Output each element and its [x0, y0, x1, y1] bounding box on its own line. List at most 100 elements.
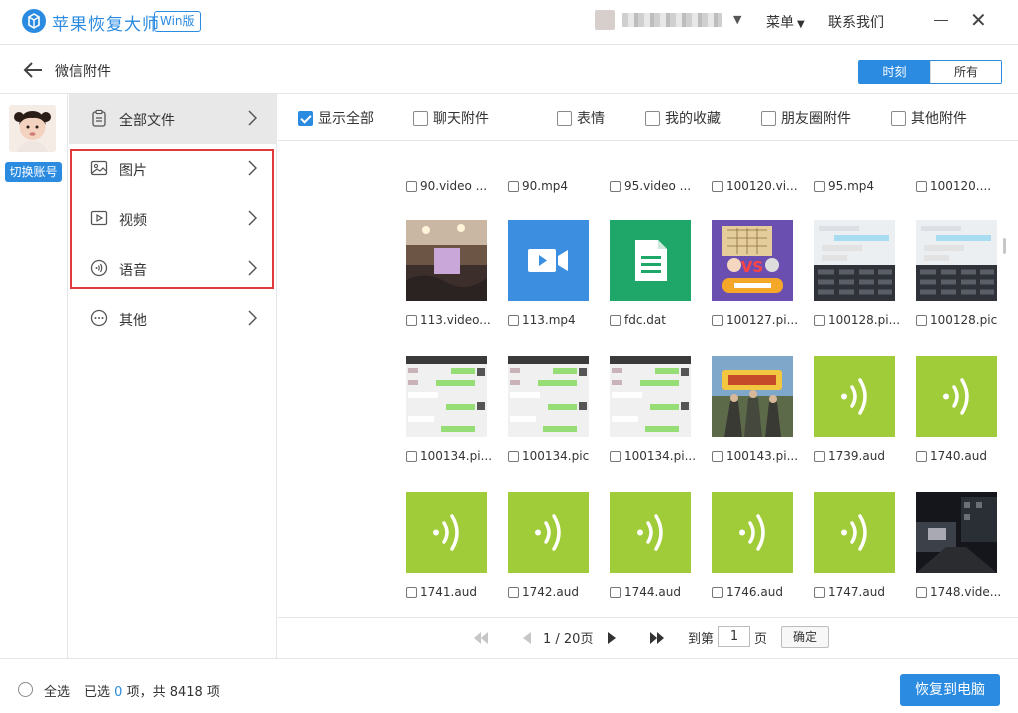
checkbox[interactable] [508, 180, 519, 192]
page-number-input[interactable]: 1 [718, 626, 750, 647]
file-name: 1741.aud [420, 585, 477, 599]
audio-file-thumbnail[interactable] [814, 356, 895, 437]
checkbox[interactable] [814, 586, 825, 598]
checkbox[interactable] [610, 180, 621, 192]
checkbox[interactable] [761, 110, 776, 126]
chevron-down-icon[interactable]: ▼ [733, 13, 741, 26]
filter-moments-attachments[interactable]: 朋友圈附件 [761, 109, 851, 127]
last-page-icon[interactable] [650, 632, 664, 644]
first-page-icon[interactable] [474, 632, 488, 644]
audio-wave-icon [637, 514, 663, 551]
close-icon[interactable]: ✕ [970, 10, 987, 30]
view-toggle-moment[interactable]: 时刻 [859, 61, 930, 83]
checkbox[interactable] [508, 314, 519, 326]
chat-screenshot-thumbnail[interactable] [916, 220, 997, 301]
game-image-thumbnail[interactable]: VS [712, 220, 793, 301]
category-all-files[interactable]: 全部文件 [69, 94, 277, 144]
photo-thumbnail[interactable] [406, 220, 487, 301]
recover-to-computer-button[interactable]: 恢复到电脑 [900, 674, 1000, 706]
filter-favorites[interactable]: 我的收藏 [645, 109, 721, 127]
file-name: 100120.vi... [726, 179, 798, 193]
checkbox[interactable] [814, 314, 825, 326]
checkbox[interactable] [814, 180, 825, 192]
checkbox[interactable] [406, 450, 417, 462]
checkbox[interactable] [814, 450, 825, 462]
checkbox[interactable] [712, 450, 723, 462]
switch-account-button[interactable]: 切换账号 [5, 162, 62, 182]
grid-scrollbar[interactable] [1003, 238, 1006, 254]
back-arrow-icon[interactable] [22, 60, 44, 80]
checkbox[interactable] [406, 314, 417, 326]
user-name-redacted[interactable] [622, 13, 722, 27]
audio-file-thumbnail[interactable] [610, 492, 691, 573]
page-indicator: 1 / 20页 [543, 632, 594, 647]
chat-screenshot-thumbnail[interactable] [508, 356, 589, 437]
checkbox[interactable] [610, 586, 621, 598]
filter-label: 我的收藏 [665, 111, 721, 127]
game-poster-thumbnail[interactable] [712, 356, 793, 437]
category-others[interactable]: 其他 [69, 294, 277, 344]
checkbox[interactable] [916, 314, 927, 326]
filter-stickers[interactable]: 表情 [557, 109, 605, 127]
file-name: 90.mp4 [522, 179, 569, 193]
file-name: 100127.pi... [726, 313, 799, 327]
checkbox[interactable] [413, 110, 428, 126]
checkbox[interactable] [610, 450, 621, 462]
file-name: 100134.pic [522, 449, 590, 463]
highlight-box [70, 149, 274, 289]
chat-screenshot-icon [916, 220, 997, 301]
chat-screenshot-thumbnail[interactable] [814, 220, 895, 301]
video-frame-thumbnail[interactable] [916, 492, 997, 573]
checkbox[interactable] [916, 180, 927, 192]
file-name: 113.mp4 [522, 313, 576, 327]
audio-file-thumbnail[interactable] [406, 492, 487, 573]
event-photo-icon [406, 220, 487, 301]
audio-file-thumbnail[interactable] [712, 492, 793, 573]
prev-page-icon[interactable] [523, 632, 531, 644]
chat-screenshot-thumbnail[interactable] [406, 356, 487, 437]
checkbox[interactable] [645, 110, 660, 126]
checkbox[interactable] [712, 586, 723, 598]
next-page-icon[interactable] [608, 632, 616, 644]
filter-show-all[interactable]: 显示全部 [298, 109, 374, 127]
minimize-icon[interactable] [934, 20, 948, 21]
checkbox[interactable] [916, 450, 927, 462]
checkbox[interactable] [406, 180, 417, 192]
checkbox[interactable] [712, 314, 723, 326]
checkbox[interactable] [298, 110, 313, 126]
chevron-right-icon [248, 310, 257, 326]
audio-file-thumbnail[interactable] [814, 492, 895, 573]
checkbox[interactable] [406, 586, 417, 598]
file-name: 113.video... [420, 313, 491, 327]
account-column: 切换账号 [0, 94, 68, 658]
checkbox[interactable] [508, 586, 519, 598]
view-toggle-all[interactable]: 所有 [930, 61, 1001, 83]
file-grid: 90.video ... 90.mp4 95.video ... 100120.… [278, 142, 1008, 617]
selected-prefix: 已选 [84, 685, 111, 700]
checkbox[interactable] [891, 110, 906, 126]
checkbox[interactable] [712, 180, 723, 192]
user-avatar[interactable] [595, 10, 615, 30]
filter-other-attachments[interactable]: 其他附件 [891, 109, 967, 127]
chat-screenshot-thumbnail[interactable] [610, 356, 691, 437]
sub-header: 微信附件 时刻 所有 [0, 44, 1018, 94]
checkbox[interactable] [557, 110, 572, 126]
clipboard-icon [92, 109, 106, 127]
selection-summary: 已选 0 项，共 8418 项 [84, 681, 220, 700]
app-title: 苹果恢复大师 [52, 15, 160, 35]
caret-down-icon: ▼ [797, 19, 805, 30]
select-all-label[interactable]: 全选 [44, 681, 70, 700]
select-all-radio[interactable] [18, 682, 33, 697]
bottom-bar: 全选 已选 0 项，共 8418 项 恢复到电脑 [0, 658, 1018, 713]
audio-file-thumbnail[interactable] [508, 492, 589, 573]
contact-us-button[interactable]: 联系我们 [828, 12, 884, 32]
confirm-page-button[interactable]: 确定 [781, 626, 829, 648]
audio-file-thumbnail[interactable] [916, 356, 997, 437]
checkbox[interactable] [508, 450, 519, 462]
video-file-thumbnail[interactable] [508, 220, 589, 301]
filter-chat-attachments[interactable]: 聊天附件 [413, 109, 489, 127]
checkbox[interactable] [916, 586, 927, 598]
doc-file-thumbnail[interactable] [610, 220, 691, 301]
checkbox[interactable] [610, 314, 621, 326]
menu-button[interactable]: 菜单 ▼ [766, 12, 805, 32]
